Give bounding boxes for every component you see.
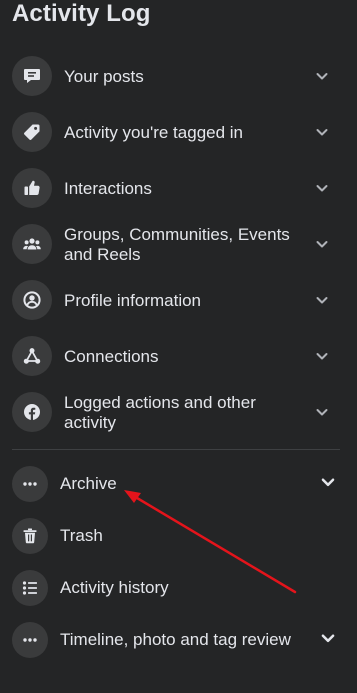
menu-item-label: Your posts bbox=[64, 67, 144, 86]
menu-item-profile-information[interactable]: Profile information bbox=[0, 280, 357, 320]
people-group-icon bbox=[12, 224, 52, 264]
menu-item-groups-communities[interactable]: Groups, Communities, Events and Reels bbox=[0, 224, 357, 264]
menu-item-your-posts[interactable]: Your posts bbox=[0, 56, 357, 96]
chevron-down-icon[interactable] bbox=[314, 180, 330, 196]
more-dots-icon bbox=[12, 466, 48, 502]
list-icon bbox=[12, 570, 48, 606]
chevron-down-icon[interactable] bbox=[314, 292, 330, 308]
menu-item-activity-history[interactable]: Activity history bbox=[0, 568, 357, 608]
menu-item-label: Activity you're tagged in bbox=[64, 123, 244, 142]
chevron-down-icon[interactable] bbox=[314, 68, 330, 84]
menu-item-interactions[interactable]: Interactions bbox=[0, 168, 357, 208]
more-dots-icon bbox=[12, 622, 48, 658]
menu-item-label: Interactions bbox=[64, 179, 152, 198]
menu-item-timeline-review[interactable]: Timeline, photo and tag review bbox=[0, 620, 357, 660]
divider bbox=[12, 449, 340, 450]
speech-bubble-icon bbox=[12, 56, 52, 96]
menu-item-logged-actions[interactable]: Logged actions and other activity bbox=[0, 392, 357, 432]
thumbs-up-icon bbox=[12, 168, 52, 208]
connections-icon bbox=[12, 336, 52, 376]
menu-item-label: Activity history bbox=[60, 578, 169, 597]
chevron-down-icon[interactable] bbox=[314, 236, 330, 252]
menu-item-label: Profile information bbox=[64, 291, 202, 310]
menu-item-archive[interactable]: Archive bbox=[0, 464, 357, 504]
menu-item-label: Trash bbox=[60, 526, 103, 545]
menu-item-trash[interactable]: Trash bbox=[0, 516, 357, 556]
menu-item-label: Logged actions and other activity bbox=[64, 393, 256, 432]
page-title: Activity Log bbox=[12, 0, 151, 27]
tag-icon bbox=[12, 112, 52, 152]
menu-item-label: Groups, Communities, Events and Reels bbox=[64, 225, 290, 264]
chevron-down-icon[interactable] bbox=[319, 629, 337, 647]
menu-item-connections[interactable]: Connections bbox=[0, 336, 357, 376]
menu-item-label: Connections bbox=[64, 347, 159, 366]
chevron-down-icon[interactable] bbox=[314, 348, 330, 364]
menu-item-tagged-activity[interactable]: Activity you're tagged in bbox=[0, 112, 357, 152]
trash-icon bbox=[12, 518, 48, 554]
user-circle-icon bbox=[12, 280, 52, 320]
facebook-icon bbox=[12, 392, 52, 432]
chevron-down-icon[interactable] bbox=[319, 473, 337, 491]
chevron-down-icon[interactable] bbox=[314, 124, 330, 140]
menu-item-label: Archive bbox=[60, 474, 117, 493]
chevron-down-icon[interactable] bbox=[314, 404, 330, 420]
menu-item-label: Timeline, photo and tag review bbox=[60, 630, 291, 649]
